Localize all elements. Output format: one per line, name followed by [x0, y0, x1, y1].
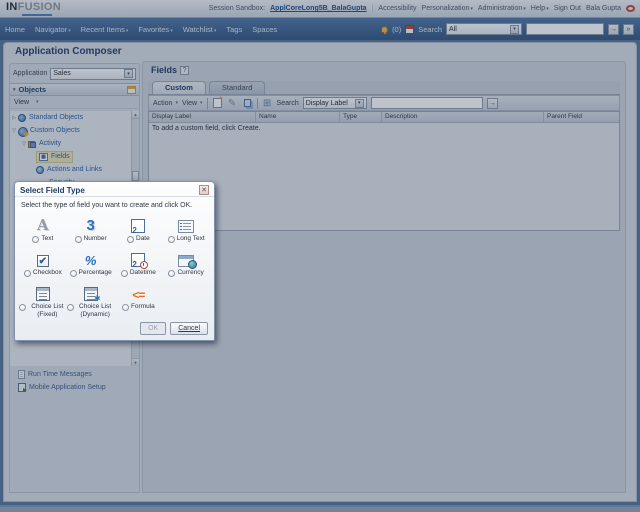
field-type-option-formula[interactable]: <= Formula — [115, 281, 163, 320]
currency-globe-icon — [178, 247, 198, 269]
field-type-option-number[interactable]: 3 Number — [67, 213, 115, 244]
radio-choice-list-dynamic[interactable] — [66, 303, 74, 311]
checkbox-icon: ✔ — [36, 254, 49, 267]
field-type-option-long-text[interactable]: Long Text — [162, 213, 210, 244]
radio-datetime[interactable] — [120, 269, 128, 277]
radio-formula[interactable] — [121, 303, 129, 311]
dialog-title: Select Field Type — [20, 185, 85, 195]
dialog-instruction: Select the type of field you want to cre… — [15, 196, 214, 211]
radio-percentage[interactable] — [69, 269, 77, 277]
text-field-icon: A — [37, 216, 49, 234]
field-type-option-checkbox[interactable]: ✔ Checkbox — [19, 247, 67, 278]
clock-icon — [140, 260, 149, 269]
field-type-option-text[interactable]: A Text — [19, 213, 67, 244]
long-text-icon — [178, 213, 195, 233]
field-type-option-choice-list-fixed[interactable]: Choice List (Fixed) — [19, 281, 67, 320]
radio-currency[interactable] — [168, 269, 176, 277]
field-type-option-choice-list-dynamic[interactable]: ✱ Choice List (Dynamic) — [66, 281, 115, 320]
dialog-footer: OK Cancel — [15, 320, 214, 340]
radio-number[interactable] — [74, 236, 82, 243]
field-type-option-date[interactable]: 2 Date — [115, 213, 163, 244]
radio-text[interactable] — [32, 236, 40, 243]
field-type-options-grid: A Text 3 Number 2 Date Long Text ✔ Check… — [15, 211, 214, 320]
percentage-icon: % — [84, 252, 97, 268]
close-icon[interactable]: ✕ — [199, 185, 209, 195]
date-calendar-icon: 2 — [131, 213, 146, 235]
ok-button[interactable]: OK — [140, 321, 167, 335]
choice-list-dynamic-icon: ✱ — [83, 281, 101, 302]
dialog-titlebar[interactable]: Select Field Type ✕ — [15, 182, 214, 196]
radio-date[interactable] — [127, 236, 134, 243]
field-type-option-currency[interactable]: Currency — [162, 247, 210, 278]
radio-choice-list-fixed[interactable] — [19, 303, 26, 311]
number-field-icon: 3 — [86, 217, 95, 234]
formula-icon: <= — [132, 287, 145, 302]
cancel-button[interactable]: Cancel — [170, 321, 208, 335]
radio-checkbox[interactable] — [23, 269, 31, 277]
field-type-option-percentage[interactable]: % Percentage — [67, 247, 115, 278]
choice-list-icon — [35, 281, 50, 301]
field-type-option-datetime[interactable]: 2 Datetime — [115, 247, 163, 278]
radio-long-text[interactable] — [167, 236, 175, 243]
datetime-calendar-clock-icon: 2 — [131, 247, 149, 269]
select-field-type-dialog: Select Field Type ✕ Select the type of f… — [14, 181, 215, 341]
